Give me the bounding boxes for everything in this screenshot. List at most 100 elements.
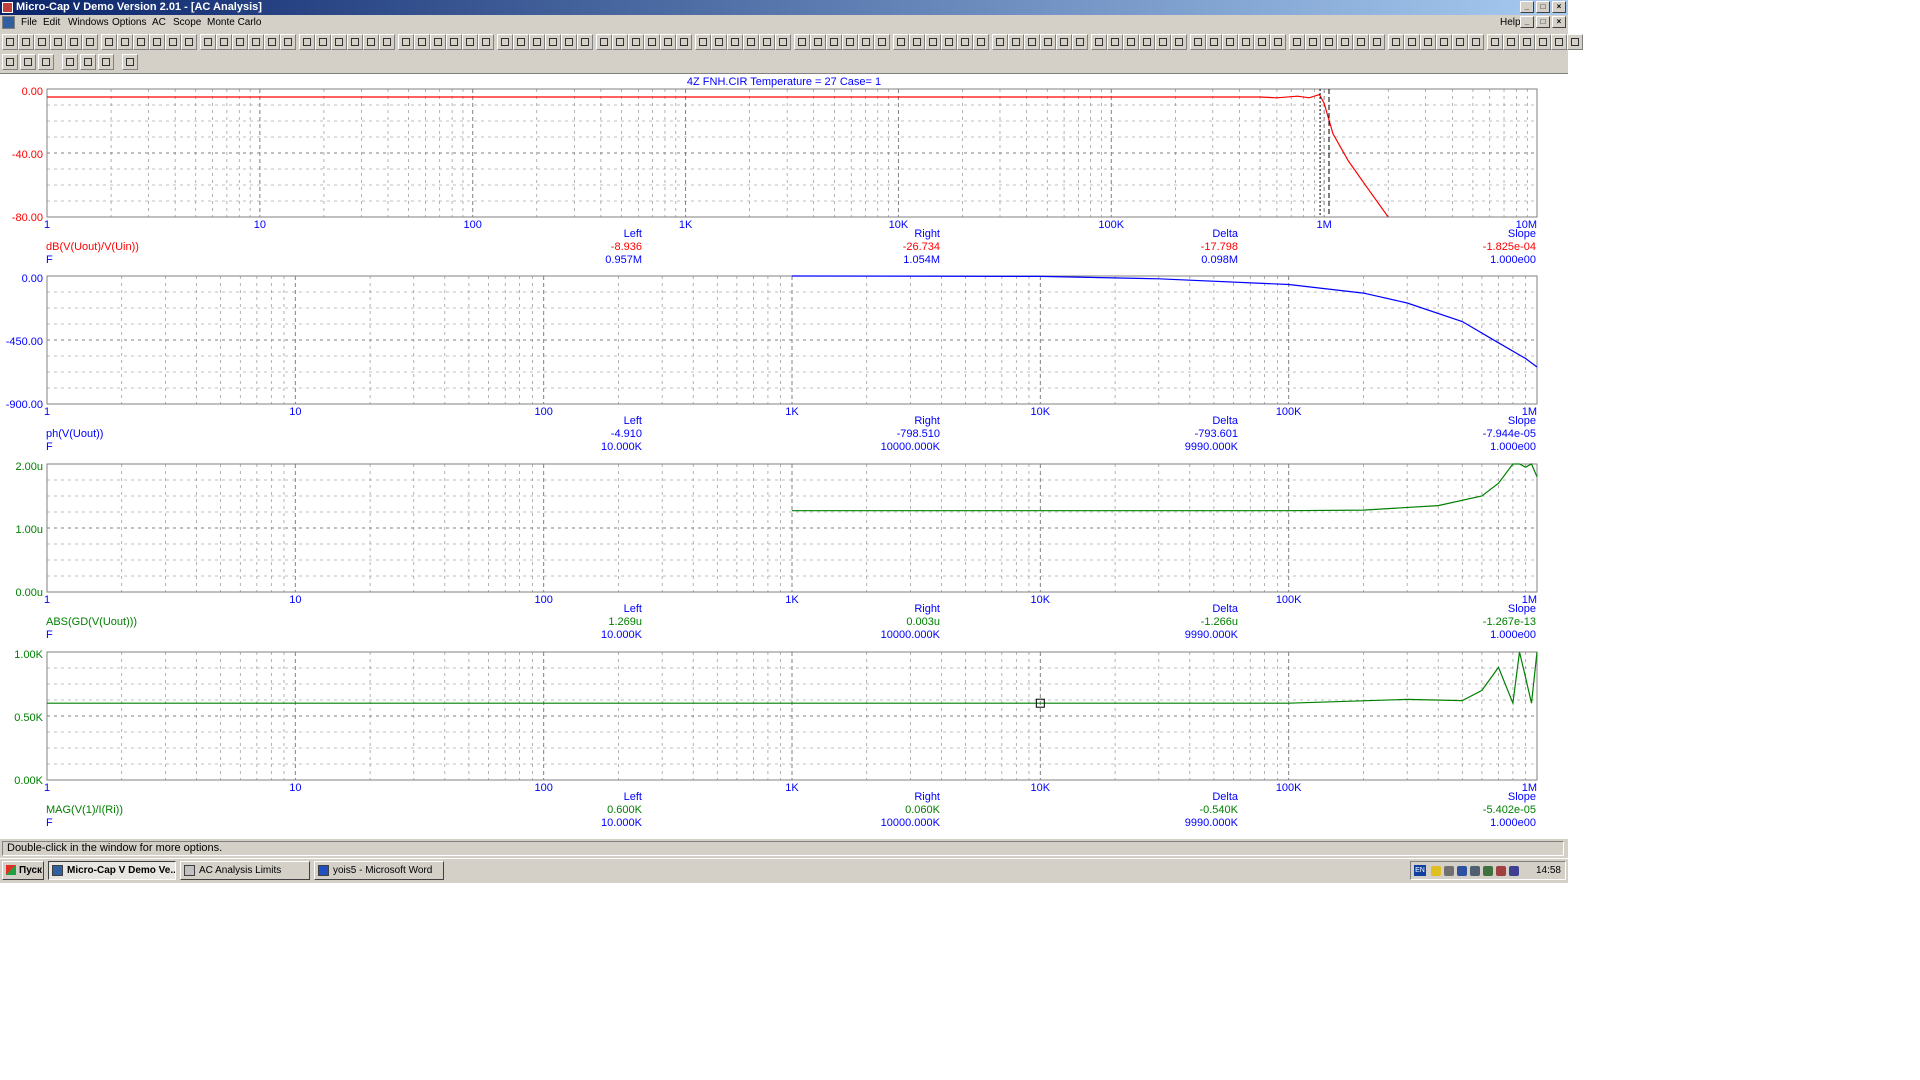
- toolbar-button[interactable]: [80, 54, 96, 70]
- toolbar-button[interactable]: [628, 34, 644, 50]
- toolbar-button[interactable]: [1107, 34, 1123, 50]
- toolbar-button[interactable]: [379, 34, 395, 50]
- language-indicator[interactable]: EN: [1414, 865, 1426, 876]
- toolbar-button[interactable]: [513, 34, 529, 50]
- toolbar-button[interactable]: [1238, 34, 1254, 50]
- toolbar-button[interactable]: [596, 34, 612, 50]
- toolbar-button[interactable]: [1270, 34, 1286, 50]
- toolbar-button[interactable]: [874, 34, 890, 50]
- toolbar-button[interactable]: [1008, 34, 1024, 50]
- toolbar-button[interactable]: [117, 34, 133, 50]
- toolbar-button[interactable]: [280, 34, 296, 50]
- tray-app-icon[interactable]: [1509, 866, 1519, 876]
- menu-monte-carlo[interactable]: Monte Carlo: [207, 15, 261, 31]
- monitor-icon[interactable]: [1457, 866, 1467, 876]
- toolbar-button[interactable]: [1123, 34, 1139, 50]
- document-icon[interactable]: [2, 16, 15, 29]
- toolbar-button[interactable]: [1353, 34, 1369, 50]
- toolbar-button[interactable]: [497, 34, 513, 50]
- tray-app-icon[interactable]: [1483, 866, 1493, 876]
- toolbar-button[interactable]: [446, 34, 462, 50]
- toolbar-button[interactable]: [200, 34, 216, 50]
- toolbar-button[interactable]: [1056, 34, 1072, 50]
- toolbar-button[interactable]: [149, 34, 165, 50]
- toolbar-button[interactable]: [398, 34, 414, 50]
- toolbar-button[interactable]: [50, 34, 66, 50]
- toolbar-button[interactable]: [1519, 34, 1535, 50]
- toolbar-button[interactable]: [973, 34, 989, 50]
- toolbar-button[interactable]: [1139, 34, 1155, 50]
- network-icon[interactable]: [1444, 866, 1454, 876]
- toolbar-button[interactable]: [1452, 34, 1468, 50]
- toolbar-button[interactable]: [363, 34, 379, 50]
- toolbar-button[interactable]: [660, 34, 676, 50]
- toolbar-button[interactable]: [727, 34, 743, 50]
- toolbar-button[interactable]: [561, 34, 577, 50]
- toolbar-button[interactable]: [858, 34, 874, 50]
- toolbar-button[interactable]: [711, 34, 727, 50]
- toolbar-button[interactable]: [925, 34, 941, 50]
- toolbar-button[interactable]: [1369, 34, 1385, 50]
- toolbar-button[interactable]: [1404, 34, 1420, 50]
- toolbar-button[interactable]: [101, 34, 117, 50]
- menu-ac[interactable]: AC: [152, 15, 166, 31]
- task-ac-limits[interactable]: AC Analysis Limits: [180, 861, 310, 880]
- toolbar-button[interactable]: [1567, 34, 1583, 50]
- plot-area[interactable]: 4Z FNH.CIR Temperature = 27 Case= 1 0.00…: [0, 74, 1568, 838]
- toolbar-button[interactable]: [1190, 34, 1206, 50]
- toolbar-button[interactable]: [1155, 34, 1171, 50]
- toolbar-button[interactable]: [695, 34, 711, 50]
- toolbar-button[interactable]: [82, 34, 98, 50]
- tray-app-icon[interactable]: [1496, 866, 1506, 876]
- analysis-plot[interactable]: 4Z FNH.CIR Temperature = 27 Case= 1 0.00…: [0, 74, 1568, 838]
- toolbar-button[interactable]: [299, 34, 315, 50]
- toolbar-button[interactable]: [98, 54, 114, 70]
- toolbar-button[interactable]: [34, 34, 50, 50]
- toolbar-button[interactable]: [1388, 34, 1404, 50]
- toolbar-button[interactable]: [1321, 34, 1337, 50]
- toolbar-button[interactable]: [347, 34, 363, 50]
- doc-restore-button[interactable]: □: [1536, 16, 1550, 28]
- toolbar-button[interactable]: [232, 34, 248, 50]
- toolbar-button[interactable]: [842, 34, 858, 50]
- toolbar-button[interactable]: [1091, 34, 1107, 50]
- toolbar-button[interactable]: [743, 34, 759, 50]
- toolbar-button[interactable]: [18, 34, 34, 50]
- toolbar-button[interactable]: [2, 54, 18, 70]
- task-microcap[interactable]: Micro-Cap V Demo Ve...: [48, 861, 176, 880]
- toolbar-button[interactable]: [529, 34, 545, 50]
- toolbar-button[interactable]: [165, 34, 181, 50]
- toolbar-button[interactable]: [612, 34, 628, 50]
- minimize-button[interactable]: _: [1520, 1, 1534, 13]
- menu-options[interactable]: Options: [112, 15, 146, 31]
- toolbar-button[interactable]: [1487, 34, 1503, 50]
- menu-windows[interactable]: Windows: [68, 15, 109, 31]
- toolbar-button[interactable]: [2, 34, 18, 50]
- toolbar-button[interactable]: [941, 34, 957, 50]
- doc-minimize-button[interactable]: _: [1520, 16, 1534, 28]
- menu-help[interactable]: Help: [1500, 15, 1521, 31]
- toolbar-button[interactable]: [1072, 34, 1088, 50]
- start-button[interactable]: Пуск: [2, 861, 44, 880]
- app-icon[interactable]: [2, 2, 13, 13]
- toolbar-button[interactable]: [66, 34, 82, 50]
- toolbar-button[interactable]: [462, 34, 478, 50]
- toolbar-button[interactable]: [992, 34, 1008, 50]
- toolbar-button[interactable]: [133, 34, 149, 50]
- toolbar-button[interactable]: [1289, 34, 1305, 50]
- toolbar-button[interactable]: [676, 34, 692, 50]
- toolbar-button[interactable]: [62, 54, 78, 70]
- menu-file[interactable]: File: [21, 15, 37, 31]
- toolbar-button[interactable]: [644, 34, 660, 50]
- shield-icon[interactable]: [1431, 866, 1441, 876]
- toolbar-button[interactable]: [264, 34, 280, 50]
- toolbar-button[interactable]: [893, 34, 909, 50]
- toolbar-button[interactable]: [775, 34, 791, 50]
- close-button[interactable]: ×: [1552, 1, 1566, 13]
- toolbar-button[interactable]: [1420, 34, 1436, 50]
- toolbar-button[interactable]: [1468, 34, 1484, 50]
- toolbar-button[interactable]: [1551, 34, 1567, 50]
- toolbar-button[interactable]: [1535, 34, 1551, 50]
- toolbar-button[interactable]: [1254, 34, 1270, 50]
- menu-edit[interactable]: Edit: [43, 15, 60, 31]
